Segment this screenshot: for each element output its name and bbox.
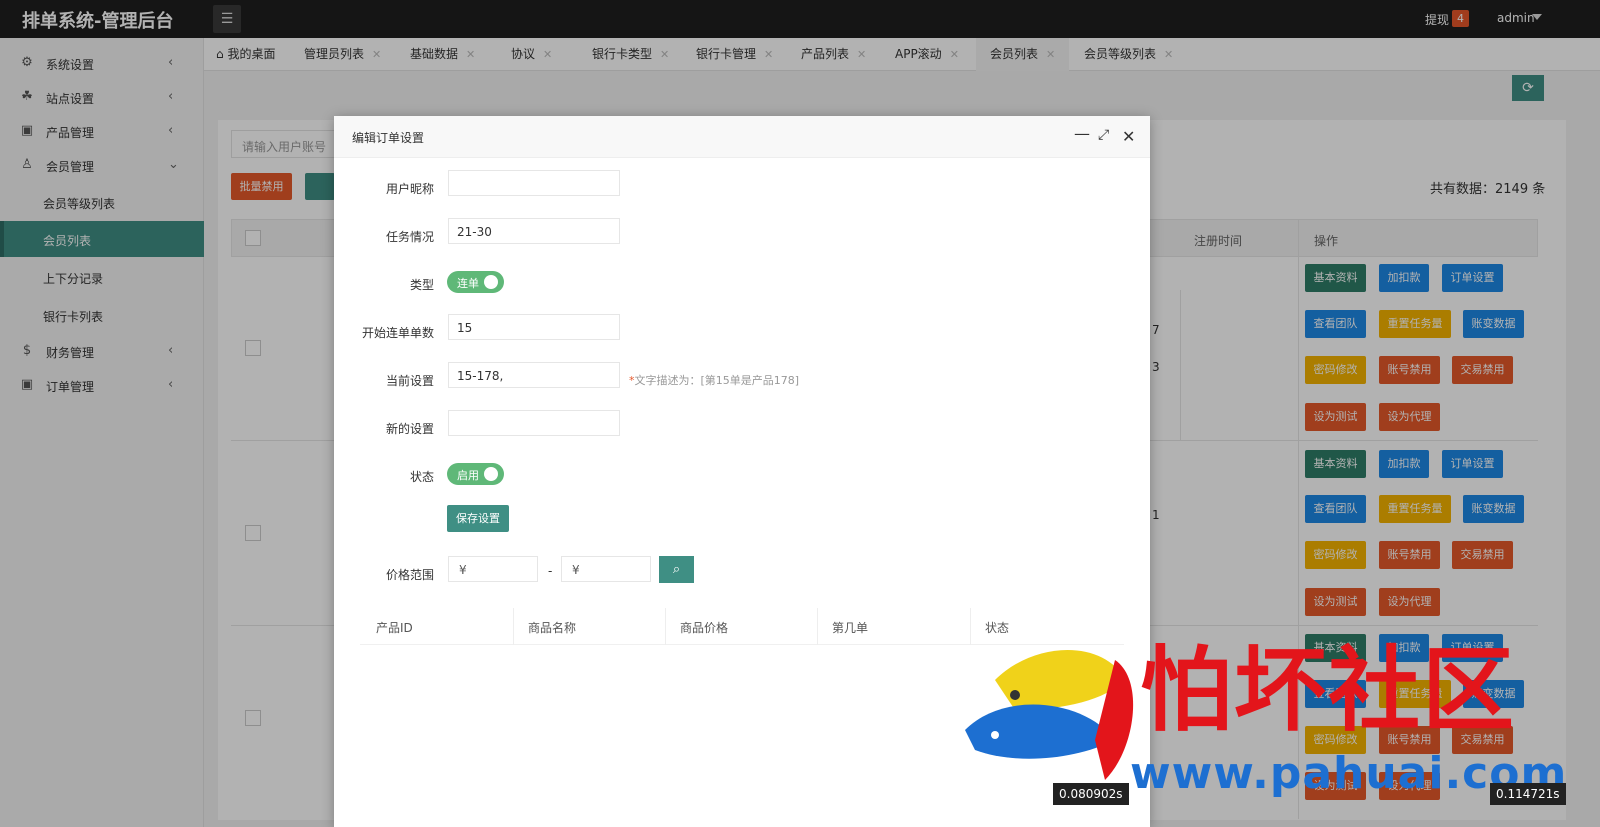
type-toggle[interactable]: 连单 [447,271,504,293]
current-setting-input[interactable]: 15-178, [448,362,620,388]
status-toggle[interactable]: 启用 [447,463,504,485]
minimize-icon[interactable]: — [1074,124,1090,143]
col-order-number: 第几单 [832,621,869,635]
col-product-price: 商品价格 [680,621,729,635]
price-max-input[interactable]: ¥ [561,556,651,582]
toggle-knob [484,467,498,481]
new-setting-label: 新的设置 [385,422,434,436]
current-setting-label: 当前设置 [385,374,434,388]
modal-header: 编辑订单设置 — ⤢ ✕ [334,116,1150,158]
nickname-input[interactable] [448,170,620,196]
watermark-title: 怕坏社区 [1140,636,1517,744]
type-toggle-text: 连单 [457,277,479,290]
nickname-label: 用户昵称 [385,182,434,196]
start-combo-input[interactable]: 15 [448,314,620,340]
column-divider [817,608,818,645]
column-divider [665,608,666,645]
search-icon[interactable]: ⌕ [659,556,694,583]
close-icon[interactable]: ✕ [1122,127,1135,146]
col-product-name: 商品名称 [528,621,577,635]
price-range-label: 价格范围 [385,568,434,582]
timer-badge: 0.114721s [1490,783,1566,805]
fish-logo-icon [965,650,1134,780]
app-root: 排单系统-管理后台 ☰ 提现 4 admin ⚙ 系统设置 ‹ ☘ 站点设置 ‹… [0,0,1600,827]
save-settings-button[interactable]: 保存设置 [447,505,509,532]
current-setting-hint: *文字描述为：[第15单是产品178] [629,374,800,387]
timer-text: 0.114721s [1496,787,1560,801]
task-status-label: 任务情况 [385,230,434,244]
status-label: 状态 [409,470,434,484]
type-label: 类型 [409,278,434,292]
column-divider [513,608,514,645]
task-status-input[interactable]: 21-30 [448,218,620,244]
modal-title: 编辑订单设置 [352,131,425,145]
maximize-icon[interactable]: ⤢ [1098,127,1109,143]
status-toggle-text: 启用 [457,469,479,482]
col-status: 状态 [985,621,1010,635]
col-product-id: 产品ID [376,621,413,635]
timer-badge: 0.080902s [1053,783,1129,805]
price-range-dash: - [548,564,553,578]
hint-text: 文字描述为：[第15单是产品178] [634,374,800,387]
price-min-input[interactable]: ¥ [448,556,538,582]
toggle-knob [484,275,498,289]
timer-text: 0.080902s [1059,787,1123,801]
start-combo-label: 开始连单单数 [361,326,434,340]
new-setting-input[interactable] [448,410,620,436]
